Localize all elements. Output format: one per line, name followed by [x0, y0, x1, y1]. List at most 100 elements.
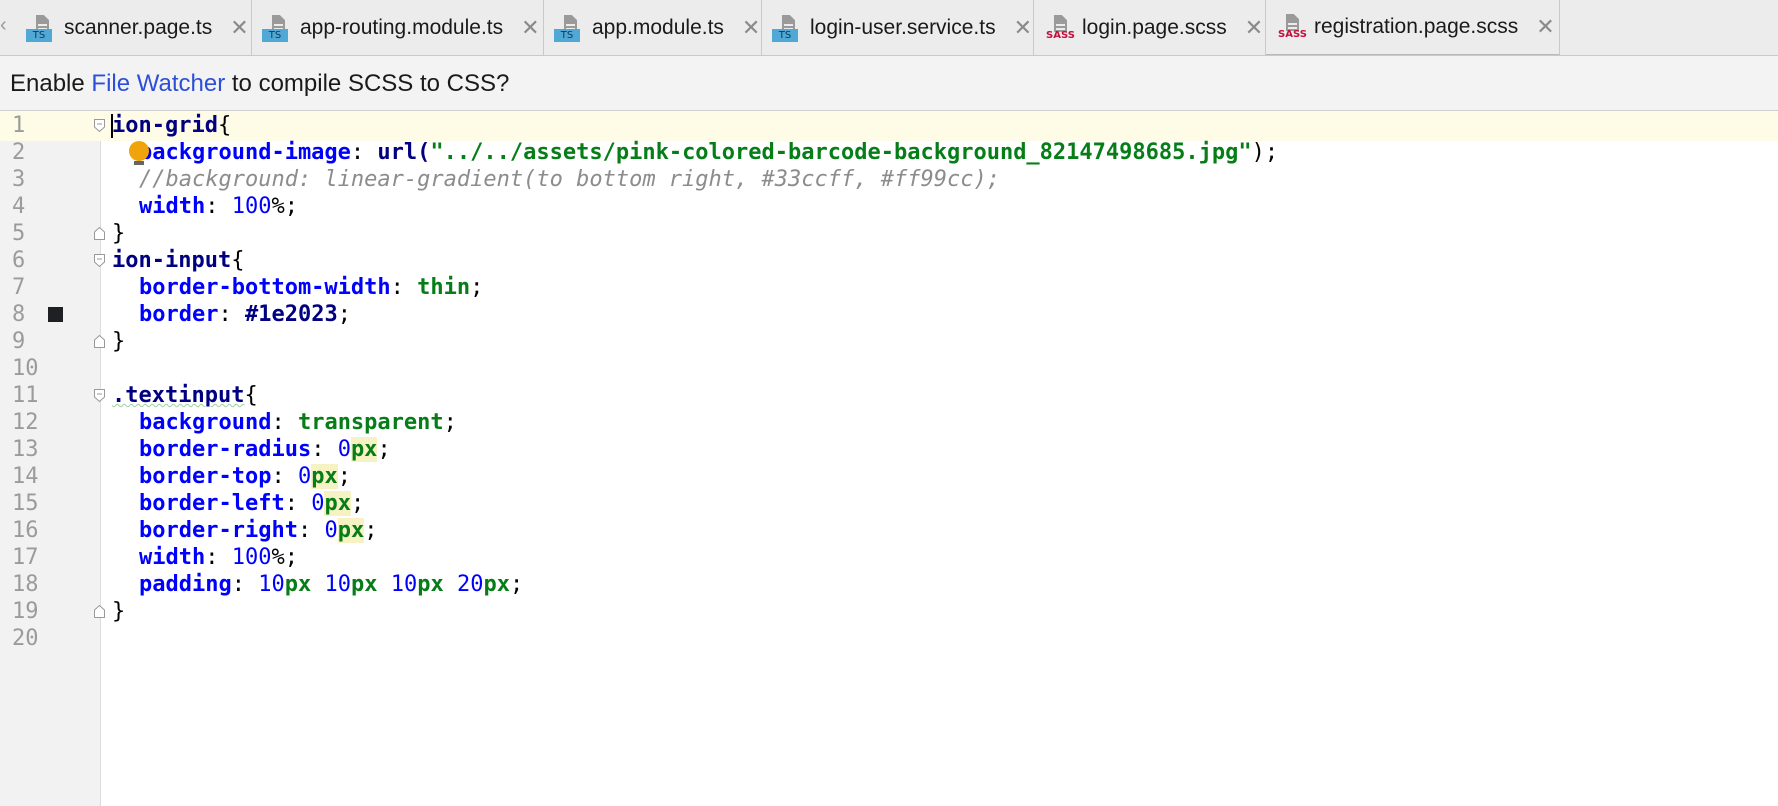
unit-value: px: [311, 464, 338, 489]
fold-icon[interactable]: [94, 254, 105, 267]
line-number: 13: [12, 437, 39, 462]
file-watcher-notification: Enable File Watcher to compile SCSS to C…: [0, 56, 1778, 111]
code-line-9[interactable]: 9 }: [0, 327, 1778, 357]
terminator: ;: [350, 491, 365, 516]
code-line-19[interactable]: 19 }: [0, 597, 1778, 627]
tab-login-page-scss[interactable]: SASS login.page.scss ✕: [1034, 0, 1266, 55]
line-number: 18: [12, 572, 39, 597]
number-value: 20: [456, 572, 484, 597]
notification-prefix: Enable: [10, 70, 92, 97]
number-value: 0: [311, 491, 325, 516]
close-icon[interactable]: ✕: [1536, 16, 1554, 38]
sass-file-icon: SASS: [1276, 11, 1307, 43]
line-number: 2: [12, 140, 26, 165]
terminator: %;: [271, 545, 298, 570]
code-line-18[interactable]: 18 padding: 10px 10px 10px 20px;: [0, 570, 1778, 600]
unit-value: px: [337, 518, 365, 543]
brace: {: [217, 113, 232, 138]
typescript-file-icon: TS: [262, 12, 292, 44]
css-property: border: [139, 302, 219, 327]
terminator: ;: [377, 437, 391, 462]
line-number: 15: [12, 491, 39, 516]
line-number: 6: [12, 248, 26, 273]
terminator: );: [1251, 140, 1279, 165]
line-number: 4: [12, 194, 26, 219]
colon: :: [231, 572, 259, 597]
intention-bulb-icon[interactable]: [129, 141, 149, 165]
terminator: %;: [271, 194, 298, 219]
keyword-value: transparent: [297, 410, 444, 435]
code-line-8[interactable]: 8 border: #1e2023;: [0, 300, 1778, 330]
colon: :: [205, 545, 232, 570]
editor-tab-bar: ‹ TS scanner.page.ts ✕ TS app-routing.mo…: [0, 0, 1778, 56]
brace: }: [112, 221, 126, 246]
line-number: 16: [12, 518, 39, 543]
line-number: 1: [0, 111, 40, 141]
fold-end-icon[interactable]: [94, 605, 105, 618]
close-icon[interactable]: ✕: [1245, 17, 1263, 39]
close-icon[interactable]: ✕: [742, 17, 760, 39]
code-line-15[interactable]: 15 border-left: 0px;: [0, 489, 1778, 519]
code-line-5[interactable]: 5 }: [0, 219, 1778, 249]
fold-icon[interactable]: [94, 389, 105, 402]
tab-login-user-service-ts[interactable]: TS login-user.service.ts ✕: [762, 0, 1034, 55]
fold-end-icon[interactable]: [94, 335, 105, 348]
code-line-13[interactable]: 13 border-radius: 0px;: [0, 435, 1778, 465]
code-line-16[interactable]: 16 border-right: 0px;: [0, 516, 1778, 546]
code-line-1[interactable]: 1 ion-grid{: [0, 111, 1778, 141]
code-line-14[interactable]: 14 border-top: 0px;: [0, 462, 1778, 492]
tab-label: app.module.ts: [592, 16, 724, 39]
color-swatch-icon[interactable]: [48, 307, 63, 322]
code-line-17[interactable]: 17 width: 100%;: [0, 543, 1778, 573]
file-watcher-link[interactable]: File Watcher: [91, 70, 225, 97]
fold-icon[interactable]: [94, 119, 105, 132]
close-icon[interactable]: ✕: [521, 17, 539, 39]
code-line-12[interactable]: 12 background: transparent;: [0, 408, 1778, 438]
close-icon[interactable]: ✕: [1014, 17, 1032, 39]
tab-app-module-ts[interactable]: TS app.module.ts ✕: [544, 0, 762, 55]
tab-app-routing-module-ts[interactable]: TS app-routing.module.ts ✕: [252, 0, 544, 55]
code-line-20[interactable]: 20: [0, 624, 1778, 654]
typescript-file-icon: TS: [26, 12, 56, 44]
line-number: 8: [12, 302, 26, 327]
terminator: ;: [364, 518, 378, 543]
number-value: 100: [231, 194, 272, 219]
typescript-file-icon: TS: [772, 12, 802, 44]
line-number: 20: [12, 626, 39, 651]
colon: :: [390, 275, 418, 300]
css-property: border-radius: [139, 437, 312, 462]
unit-value: px: [350, 572, 378, 597]
code-line-2[interactable]: 2 background-image: url("../../assets/pi…: [0, 138, 1778, 168]
code-line-10[interactable]: 10: [0, 354, 1778, 384]
line-number: 10: [12, 356, 39, 381]
code-line-3[interactable]: 3 //background: linear-gradient(to botto…: [0, 165, 1778, 195]
number-value: 10: [258, 572, 285, 597]
tab-registration-page-scss[interactable]: SASS registration.page.scss ✕: [1266, 0, 1560, 55]
terminator: ;: [337, 464, 351, 489]
css-selector: .textinput: [112, 383, 245, 408]
scroll-left-icon[interactable]: ‹: [0, 10, 10, 40]
code-line-6[interactable]: 6 ion-input{: [0, 246, 1778, 276]
css-property: background: [139, 410, 272, 435]
colon: :: [311, 437, 338, 462]
code-editor[interactable]: 1 ion-grid{ 2 background-image: url("../…: [0, 111, 1778, 806]
number-value: 10: [324, 572, 351, 597]
code-line-7[interactable]: 7 border-bottom-width: thin;: [0, 273, 1778, 303]
code-line-4[interactable]: 4 width: 100%;: [0, 192, 1778, 222]
code-line-11[interactable]: 11 .textinput{: [0, 381, 1778, 411]
number-value: 0: [297, 464, 312, 489]
unit-value: px: [417, 572, 444, 597]
close-icon[interactable]: ✕: [230, 17, 248, 39]
line-number: 7: [12, 275, 26, 300]
css-property: background-image: [139, 140, 351, 165]
fold-end-icon[interactable]: [94, 227, 105, 240]
sass-file-icon: SASS: [1044, 12, 1075, 44]
keyword-value: thin: [417, 275, 471, 300]
css-property: border-left: [139, 491, 285, 516]
colon: :: [350, 140, 378, 165]
unit-value: px: [284, 572, 312, 597]
line-number: 14: [12, 464, 39, 489]
css-property: padding: [139, 572, 232, 597]
notification-suffix: to compile SCSS to CSS?: [225, 70, 510, 97]
tab-scanner-page-ts[interactable]: TS scanner.page.ts ✕: [16, 0, 252, 55]
